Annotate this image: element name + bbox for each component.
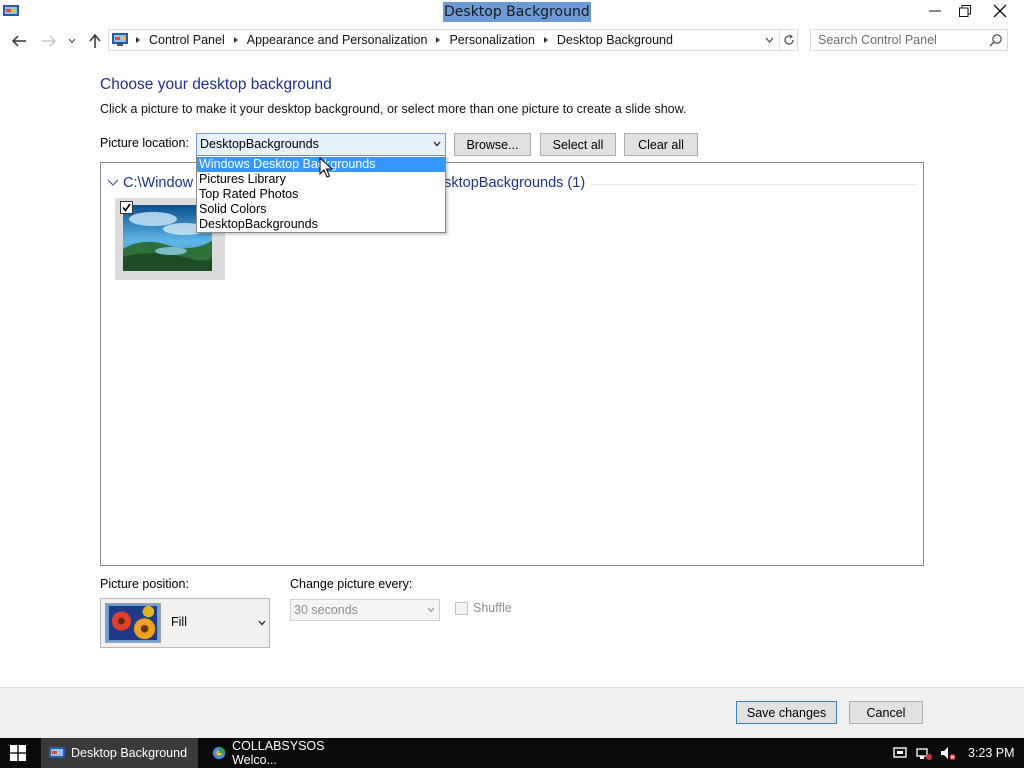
- close-icon: [993, 4, 1007, 18]
- picture-position-value: Fill: [171, 615, 187, 629]
- change-picture-interval-select: 30 seconds: [290, 599, 440, 621]
- breadcrumb-separator-icon: [136, 37, 140, 43]
- breadcrumb-control-panel[interactable]: Control Panel: [149, 33, 225, 47]
- shuffle-label: Shuffle: [473, 601, 512, 615]
- network-icon[interactable]: [916, 746, 932, 760]
- forward-arrow-icon: [42, 35, 56, 47]
- dropdown-option-desktopbackgrounds[interactable]: DesktopBackgrounds: [197, 217, 445, 232]
- mouse-cursor-icon: [319, 157, 333, 178]
- chevron-down-icon: [765, 37, 773, 43]
- picture-position-select[interactable]: Fill: [100, 598, 270, 648]
- recent-locations-button[interactable]: [63, 32, 81, 50]
- up-arrow-icon: [89, 34, 101, 48]
- save-changes-button[interactable]: Save changes: [736, 701, 837, 724]
- breadcrumb-desktop-background[interactable]: Desktop Background: [557, 33, 673, 47]
- up-button[interactable]: [86, 32, 104, 50]
- search-box[interactable]: Search Control Panel: [810, 29, 1008, 51]
- breadcrumb-separator-icon[interactable]: [543, 37, 548, 43]
- change-picture-interval-value: 30 seconds: [294, 603, 358, 617]
- window-title: Desktop Background: [443, 2, 591, 22]
- breadcrumb-personalization[interactable]: Personalization: [449, 33, 534, 47]
- shuffle-checkbox: Shuffle: [455, 601, 512, 615]
- refresh-button[interactable]: [779, 30, 797, 50]
- refresh-icon: [783, 34, 794, 45]
- search-icon[interactable]: [989, 33, 1003, 47]
- address-bar[interactable]: Control Panel Appearance and Personaliza…: [108, 29, 798, 51]
- control-panel-icon: [112, 33, 128, 46]
- control-panel-icon: [3, 5, 19, 16]
- group-divider: [591, 184, 917, 185]
- volume-muted-icon[interactable]: [940, 746, 956, 760]
- action-center-flag-icon[interactable]: [892, 746, 908, 760]
- close-button[interactable]: [983, 0, 1017, 22]
- breadcrumb: Control Panel Appearance and Personaliza…: [133, 30, 673, 50]
- picture-position-label: Picture position:: [100, 577, 189, 591]
- taskbar-item-collabsysos[interactable]: COLLABSYSOS Welco...: [204, 738, 356, 768]
- fill-position-preview-icon: [105, 603, 161, 643]
- thumbnail-checkbox[interactable]: [120, 201, 133, 214]
- taskbar-item-desktop-background[interactable]: Desktop Background: [41, 738, 198, 768]
- restore-icon: [959, 5, 971, 17]
- change-picture-label: Change picture every:: [290, 577, 413, 591]
- title-bar: Desktop Background: [0, 0, 1024, 26]
- taskbar-clock[interactable]: 3:23 PM: [968, 738, 1015, 768]
- taskbar-item-label: Desktop Background: [71, 746, 188, 760]
- checkmark-icon: [122, 203, 131, 212]
- picture-location-select[interactable]: DesktopBackgrounds: [196, 133, 446, 156]
- folder-path-label: C:\Window: [123, 175, 194, 191]
- minimize-icon: [929, 10, 941, 12]
- breadcrumb-separator-icon[interactable]: [233, 37, 238, 43]
- chevron-down-icon: [433, 141, 441, 147]
- forward-button[interactable]: [40, 32, 58, 50]
- page-description: Click a picture to make it your desktop …: [100, 102, 687, 116]
- back-button[interactable]: [10, 32, 28, 50]
- page-title: Choose your desktop background: [100, 76, 332, 93]
- dropdown-option-top-rated-photos[interactable]: Top Rated Photos: [197, 187, 445, 202]
- chevron-down-icon: [258, 620, 266, 626]
- select-all-button[interactable]: Select all: [540, 133, 616, 156]
- clear-all-button[interactable]: Clear all: [624, 133, 698, 156]
- picture-location-label: Picture location:: [100, 136, 189, 150]
- control-panel-icon: [49, 747, 65, 758]
- minimize-button[interactable]: [918, 0, 952, 22]
- chevron-down-icon: [107, 179, 119, 186]
- taskbar-item-label: COLLABSYSOS Welco...: [232, 739, 325, 767]
- taskbar: Desktop Background COLLABSYSOS Welco... …: [0, 738, 1024, 768]
- restore-button[interactable]: [948, 0, 982, 22]
- shuffle-checkbox-box: [455, 601, 468, 615]
- search-placeholder: Search Control Panel: [818, 33, 937, 47]
- back-arrow-icon: [12, 35, 26, 47]
- windows-start-icon[interactable]: [10, 745, 26, 761]
- dropdown-option-solid-colors[interactable]: Solid Colors: [197, 202, 445, 217]
- browser-icon: [212, 746, 226, 760]
- breadcrumb-separator-icon[interactable]: [436, 37, 441, 43]
- chevron-down-icon: [68, 38, 76, 44]
- cancel-button[interactable]: Cancel: [849, 701, 923, 724]
- chevron-down-icon: [427, 607, 435, 613]
- picture-location-value: DesktopBackgrounds: [200, 137, 319, 151]
- folder-name-label: sktopBackgrounds (1): [444, 175, 586, 191]
- breadcrumb-appearance[interactable]: Appearance and Personalization: [247, 33, 428, 47]
- address-history-button[interactable]: [761, 30, 777, 50]
- browse-button[interactable]: Browse...: [454, 133, 531, 156]
